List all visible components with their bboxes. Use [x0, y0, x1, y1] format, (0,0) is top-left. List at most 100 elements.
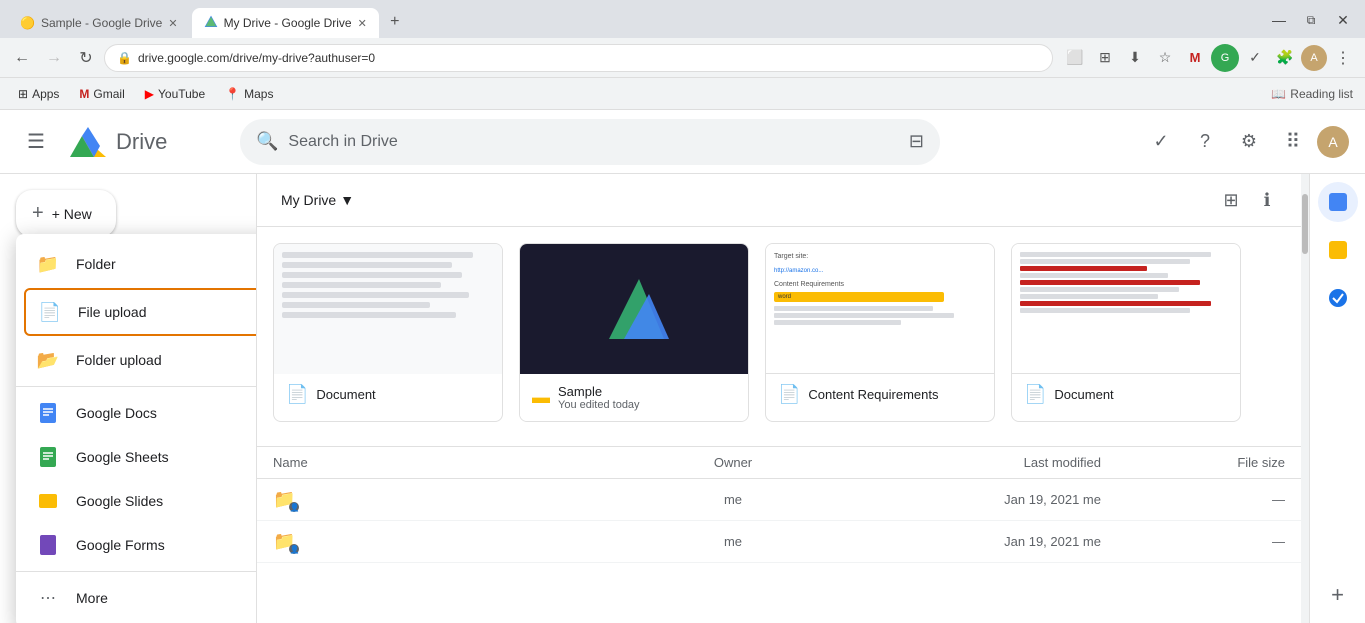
tab-label-2: My Drive - Google Drive [224, 16, 352, 30]
file-card-3[interactable]: Target site: http://amazon.co... Content… [765, 243, 995, 422]
cast-icon[interactable]: ⬜ [1061, 44, 1089, 72]
col-header-name: Name [273, 455, 641, 470]
right-panel: + [1309, 174, 1365, 623]
sort-button[interactable]: My Drive ▼ [273, 188, 362, 212]
dropdown-divider-1 [16, 386, 256, 387]
gmail-icon-toolbar[interactable]: M [1181, 44, 1209, 72]
download-icon[interactable]: ⬇ [1121, 44, 1149, 72]
new-button[interactable]: + + New [16, 190, 116, 237]
dropdown-item-more[interactable]: ⋯ More › [16, 576, 256, 620]
right-panel-icon-2[interactable] [1318, 230, 1358, 270]
dropdown-item-file-upload[interactable]: 📄 File upload [24, 288, 256, 336]
row-2-name-col: 📁 👤 [273, 531, 641, 552]
back-button[interactable]: ← [8, 44, 36, 72]
extension-1-icon[interactable]: G [1211, 44, 1239, 72]
shared-folder-icon-1: 📁 👤 [273, 489, 295, 510]
support-check-icon[interactable]: ✓ [1141, 122, 1181, 162]
table-header: Name Owner Last modified File size [257, 446, 1301, 479]
file-card-4[interactable]: 📄 Document [1011, 243, 1241, 422]
bookmark-gmail-label: Gmail [93, 87, 124, 101]
reading-list-icon: 📖 [1271, 87, 1286, 101]
bookmark-gmail[interactable]: M Gmail [73, 85, 130, 103]
dropdown-item-folder[interactable]: 📁 Folder [16, 242, 256, 286]
search-bar[interactable]: 🔍 Search in Drive ⊟ [240, 119, 940, 165]
tab-my-drive[interactable]: My Drive - Google Drive ✕ [192, 8, 379, 38]
dropdown-item-google-forms[interactable]: Google Forms › [16, 523, 256, 567]
close-button[interactable]: ✕ [1329, 6, 1357, 34]
row-2-modified: Jan 19, 2021 me [825, 534, 1101, 549]
bookmark-apps[interactable]: ⊞ Apps [12, 85, 65, 103]
file-preview-3: Target site: http://amazon.co... Content… [766, 244, 994, 374]
file-card-1[interactable]: 📄 Document [273, 243, 503, 422]
main-scrollbar[interactable] [1301, 174, 1309, 623]
main-content: My Drive ▼ ⊞ ℹ [256, 174, 1301, 623]
browser-chrome: 🟡 Sample - Google Drive ✕ My Drive - Goo… [0, 0, 1365, 38]
restore-button[interactable]: ⧉ [1297, 6, 1325, 34]
info-button[interactable]: ℹ [1249, 182, 1285, 218]
minimize-button[interactable]: — [1265, 6, 1293, 34]
dropdown-item-google-docs[interactable]: Google Docs › [16, 391, 256, 435]
settings-icon[interactable]: ⚙ [1229, 122, 1269, 162]
reading-list-label: Reading list [1290, 87, 1353, 101]
bookmark-youtube[interactable]: ▶ YouTube [139, 85, 211, 103]
new-button-label: + New [52, 206, 92, 222]
dropdown-item-google-sheets[interactable]: Google Sheets › [16, 435, 256, 479]
user-avatar[interactable]: A [1317, 126, 1349, 158]
col-header-size: File size [1101, 455, 1285, 470]
extensions-icon[interactable]: 🧩 [1271, 44, 1299, 72]
dropdown-item-folder-upload[interactable]: 📂 Folder upload [16, 338, 256, 382]
new-tab-button[interactable]: + [381, 8, 409, 36]
reload-button[interactable]: ↻ [72, 44, 100, 72]
address-input-wrap[interactable]: 🔒 drive.google.com/drive/my-drive?authus… [104, 44, 1053, 72]
row-2-owner: me [641, 534, 825, 549]
app-area: ☰ Drive 🔍 Search in Drive ⊟ ✓ ? ⚙ ⠿ A [0, 110, 1365, 623]
file-card-info-3: 📄 Content Requirements [766, 374, 994, 415]
help-icon[interactable]: ? [1185, 122, 1225, 162]
profile-avatar-toolbar[interactable]: A [1301, 45, 1327, 71]
tab-favicon-2 [204, 15, 218, 32]
new-plus-icon: + [32, 202, 44, 225]
gmail-favicon: M [79, 87, 89, 101]
tab-favicon-1: 🟡 [20, 16, 35, 30]
sort-label: My Drive [281, 192, 336, 208]
drive-logo-text: Drive [116, 129, 167, 155]
file-name-4: Document [1054, 387, 1113, 402]
table-row-1[interactable]: 📁 👤 me Jan 19, 2021 me — [257, 479, 1301, 521]
shared-folder-icon-2: 📁 👤 [273, 531, 295, 552]
apps-grid-icon: ⊞ [18, 87, 28, 101]
grid-view-button[interactable]: ⊞ [1213, 182, 1249, 218]
search-icon: 🔍 [256, 131, 278, 152]
right-panel-icon-3[interactable] [1318, 278, 1358, 318]
drive-header: ☰ Drive 🔍 Search in Drive ⊟ ✓ ? ⚙ ⠿ A [0, 110, 1365, 174]
tab-search-icon[interactable]: ⊞ [1091, 44, 1119, 72]
table-row-2[interactable]: 📁 👤 me Jan 19, 2021 me — [257, 521, 1301, 563]
reading-list-button[interactable]: 📖 Reading list [1271, 87, 1353, 101]
file-preview-4 [1012, 244, 1240, 374]
file-card-sample[interactable]: ▬ Sample You edited today [519, 243, 749, 422]
bookmark-maps-label: Maps [244, 87, 273, 101]
add-to-panel-button[interactable]: + [1318, 575, 1358, 615]
right-panel-icon-1[interactable] [1318, 182, 1358, 222]
secure-icon: 🔒 [117, 51, 132, 65]
scroll-thumb[interactable] [1302, 194, 1308, 254]
col-header-owner: Owner [641, 455, 825, 470]
file-name-1: Document [316, 387, 375, 402]
filter-icon[interactable]: ⊟ [909, 131, 924, 152]
extension-2-icon[interactable]: ✓ [1241, 44, 1269, 72]
bookmark-icon[interactable]: ☆ [1151, 44, 1179, 72]
forward-button[interactable]: → [40, 44, 68, 72]
tab-close-2[interactable]: ✕ [358, 17, 367, 30]
dropdown-item-google-slides[interactable]: Google Slides › [16, 479, 256, 523]
bookmark-maps[interactable]: 📍 Maps [219, 85, 279, 103]
file-upload-label: File upload [78, 304, 147, 320]
tab-close-1[interactable]: ✕ [168, 17, 177, 30]
tab-sample[interactable]: 🟡 Sample - Google Drive ✕ [8, 8, 190, 38]
apps-grid-header-icon[interactable]: ⠿ [1273, 122, 1313, 162]
browser-menu-icon[interactable]: ⋮ [1329, 44, 1357, 72]
hamburger-icon[interactable]: ☰ [16, 122, 56, 162]
files-grid: 📄 Document [257, 227, 1301, 438]
header-right: ✓ ? ⚙ ⠿ A [1141, 122, 1349, 162]
row-2-size: — [1101, 534, 1285, 549]
file-card-info-4: 📄 Document [1012, 374, 1240, 415]
bookmark-youtube-label: YouTube [158, 87, 205, 101]
